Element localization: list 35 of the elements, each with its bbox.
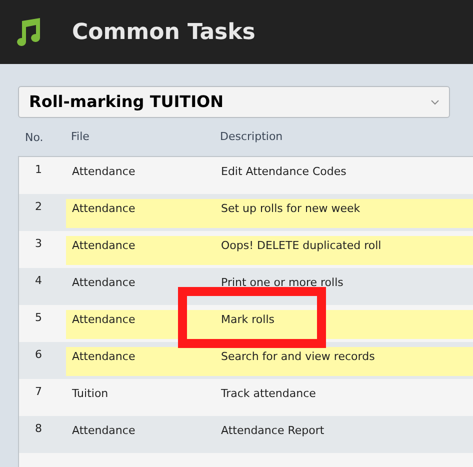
row-number: 7: [34, 384, 43, 400]
row-number: 6: [34, 347, 43, 363]
row-number: 1: [34, 162, 43, 178]
description-cell-text: Mark rolls: [220, 312, 274, 328]
description-cell-text: Search for and view records: [220, 349, 375, 365]
file-cell-text: Tuition: [71, 386, 110, 402]
file-cell-text: Attendance: [71, 312, 136, 328]
row-number: 2: [34, 199, 43, 215]
chevron-down-icon: [431, 100, 439, 104]
description-cell-text: Attendance Report: [220, 423, 324, 439]
table-row[interactable]: 4 Attendance Print one or more rolls: [19, 268, 473, 305]
row-number: 4: [34, 273, 43, 289]
row-number: 5: [34, 310, 43, 326]
file-cell-text: Attendance: [71, 349, 136, 365]
column-header: No.: [24, 130, 44, 146]
description-cell-text: Track attendance: [220, 386, 316, 402]
description-cell-text: Set up rolls for new week: [220, 201, 360, 217]
file-cell-text: Attendance: [71, 164, 136, 180]
description-cell-text: Print one or more rolls: [220, 275, 344, 291]
row-number: 8: [34, 421, 43, 437]
table-row[interactable]: 2 Attendance Set up rolls for new week: [19, 194, 473, 231]
file-cell-text: Attendance: [71, 201, 136, 217]
file-cell-text: Attendance: [71, 423, 136, 439]
column-header: File: [70, 128, 90, 145]
row-number: 3: [34, 236, 43, 252]
music-note-icon: [15, 17, 43, 47]
table-row[interactable]: 6 Attendance Search for and view records: [19, 342, 473, 379]
task-group-dropdown[interactable]: Roll-marking TUITION: [18, 86, 450, 118]
description-cell-text: Oops! DELETE duplicated roll: [220, 238, 382, 254]
table-row[interactable]: 8 Attendance Attendance Report: [19, 416, 473, 453]
description-cell-text: Edit Attendance Codes: [220, 164, 346, 180]
file-cell-text: Attendance: [71, 238, 136, 254]
file-cell-text: Attendance: [71, 275, 136, 291]
column-header: Description: [219, 128, 283, 145]
page-title: Common Tasks: [72, 18, 256, 46]
